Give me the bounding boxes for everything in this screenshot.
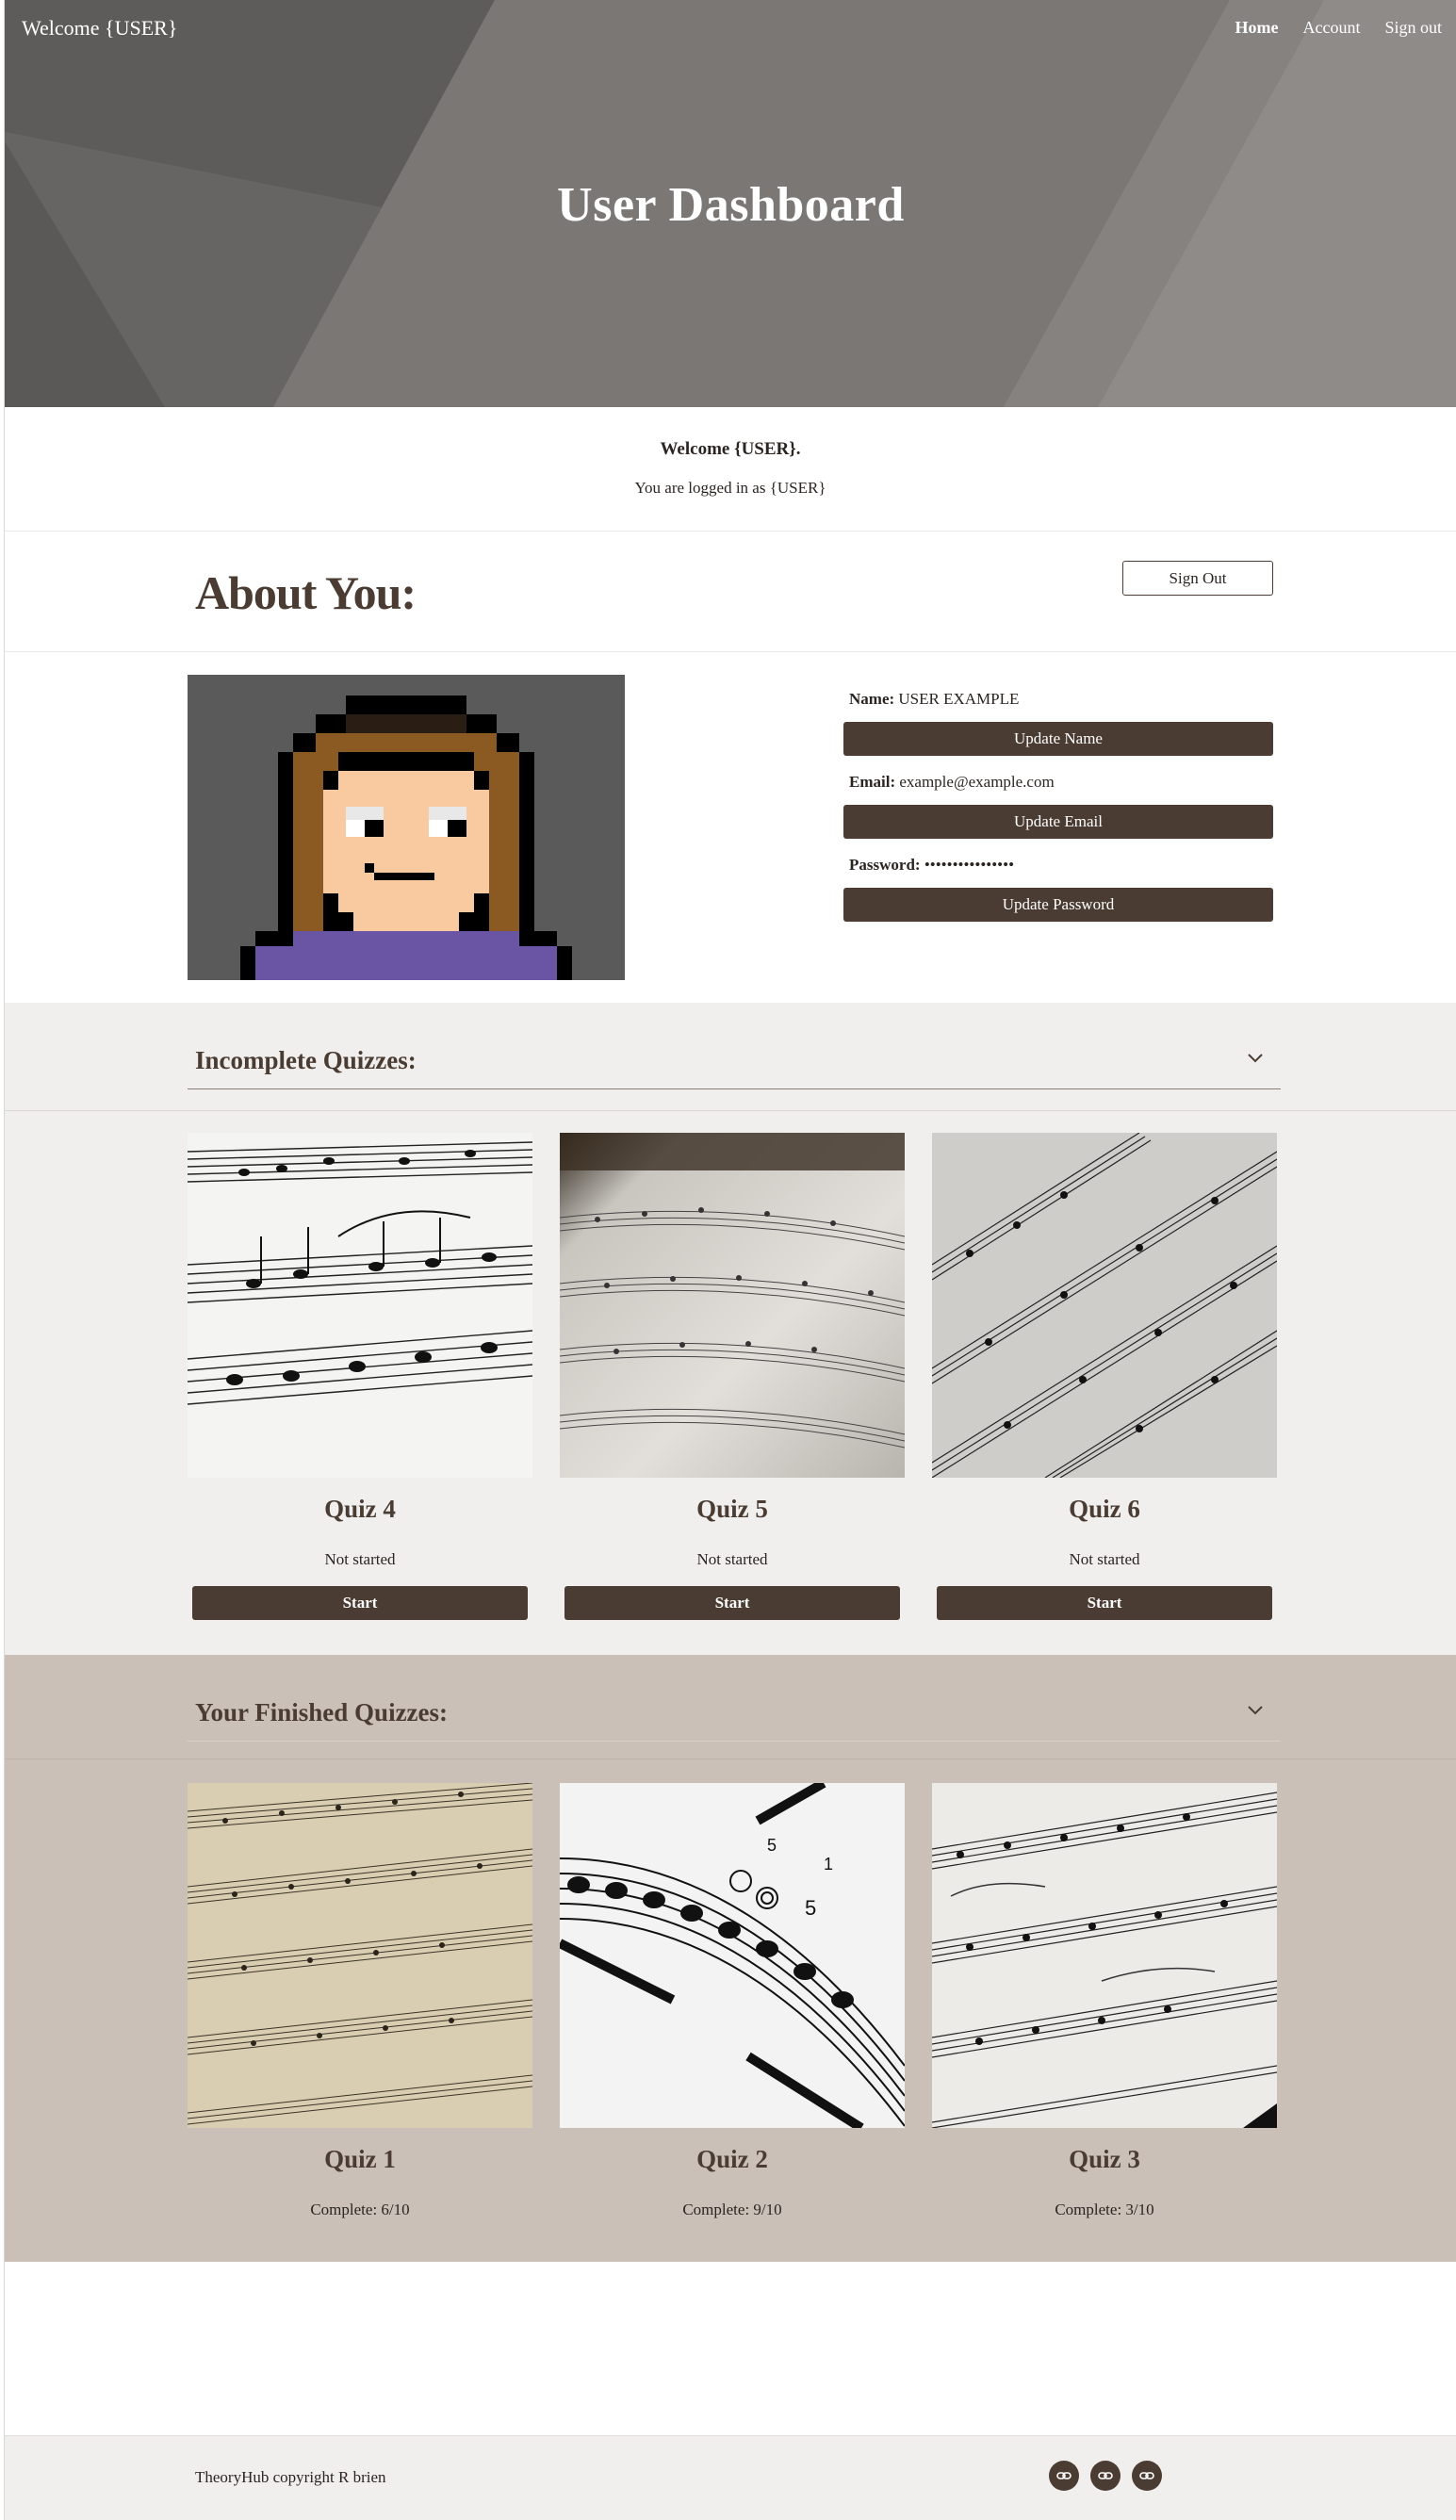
quiz-title: Quiz 1 (324, 2145, 396, 2173)
quiz-card: Quiz 4 Not started Start (188, 1133, 532, 1620)
quiz-title: Quiz 6 (1069, 1495, 1140, 1523)
avatar (188, 675, 625, 980)
incomplete-quizzes-header[interactable]: Incomplete Quizzes: (188, 1040, 1281, 1089)
start-quiz-button[interactable]: Start (192, 1586, 528, 1620)
quiz-title: Quiz 3 (1069, 2145, 1140, 2173)
welcome-subtext: You are logged in as {USER} (634, 479, 826, 497)
welcome-heading: Welcome {USER}. (660, 439, 801, 459)
quiz-title: Quiz 4 (324, 1495, 396, 1523)
quiz-score: Complete: 3/10 (1055, 2201, 1154, 2218)
incomplete-quizzes-title: Incomplete Quizzes: (195, 1046, 417, 1074)
nav-link-home[interactable]: Home (1235, 18, 1279, 38)
update-password-button[interactable]: Update Password (843, 888, 1273, 922)
svg-text:1: 1 (824, 1855, 833, 1874)
quiz-status: Not started (696, 1550, 768, 1568)
password-value: •••••••••••••••• (924, 856, 1015, 874)
page: Welcome {USER} Home Account Sign out Use… (4, 0, 1456, 2520)
nav-brand[interactable]: Welcome {USER} (22, 16, 177, 41)
svg-text:5: 5 (767, 1836, 777, 1855)
nav-links: Home Account Sign out (1235, 18, 1442, 38)
update-email-button[interactable]: Update Email (843, 805, 1273, 839)
hero-banner: Welcome {USER} Home Account Sign out Use… (5, 0, 1456, 407)
quiz-title: Quiz 5 (696, 1495, 768, 1523)
quiz-card: Quiz 3 Complete: 3/10 (932, 1783, 1277, 2219)
name-label: Name: (849, 690, 895, 708)
chevron-down-icon[interactable] (1243, 1046, 1268, 1071)
about-header: About You: Sign Out (5, 532, 1456, 652)
finished-quizzes-header[interactable]: Your Finished Quizzes: (188, 1693, 1281, 1742)
page-title: User Dashboard (557, 178, 905, 232)
account-fields: Name: USER EXAMPLE Update Name Email: ex… (843, 690, 1277, 939)
quiz-title: Quiz 2 (696, 2145, 768, 2173)
link-icon[interactable] (1132, 2461, 1162, 2491)
quiz-card: Quiz 5 Not started Start (560, 1133, 905, 1620)
about-title: About You: (195, 566, 417, 619)
top-navigation: Welcome {USER} Home Account Sign out (5, 0, 1456, 57)
sheet-music-image: 5 5 1 (560, 1783, 905, 2128)
chevron-down-icon[interactable] (1243, 1698, 1268, 1723)
email-field: Email: example@example.com (849, 773, 1277, 794)
quiz-score: Complete: 9/10 (682, 2201, 782, 2218)
sheet-music-image (560, 1133, 905, 1478)
pixel-avatar-icon (188, 675, 625, 980)
sign-out-button[interactable]: Sign Out (1122, 561, 1273, 596)
section-divider (5, 1110, 1456, 1111)
footer-copyright: TheoryHub copyright R brien (195, 2468, 386, 2486)
incomplete-quizzes-section: Incomplete Quizzes: Quiz 4 Not started S… (5, 1003, 1456, 1655)
name-field: Name: USER EXAMPLE (849, 690, 1277, 711)
sheet-music-image (932, 1133, 1277, 1478)
link-icon[interactable] (1090, 2461, 1121, 2491)
sheet-music-image (188, 1783, 532, 2128)
link-icon[interactable] (1049, 2461, 1079, 2491)
quiz-score: Complete: 6/10 (310, 2201, 410, 2218)
start-quiz-button[interactable]: Start (937, 1586, 1272, 1620)
quiz-status: Not started (1069, 1550, 1140, 1568)
password-label: Password: (849, 856, 921, 874)
finished-quizzes-section: Your Finished Quizzes: Quiz 1 Complete: … (5, 1655, 1456, 2262)
profile-section: Name: USER EXAMPLE Update Name Email: ex… (5, 652, 1456, 1003)
quiz-card: 5 5 1 Quiz 2 Complete: 9/10 (560, 1783, 905, 2219)
quiz-card: Quiz 1 Complete: 6/10 (188, 1783, 532, 2219)
footer: TheoryHub copyright R brien (5, 2435, 1456, 2520)
name-value: USER EXAMPLE (898, 690, 1020, 708)
email-label: Email: (849, 773, 896, 791)
nav-link-account[interactable]: Account (1303, 18, 1361, 38)
password-field: Password: •••••••••••••••• (849, 856, 1277, 876)
update-name-button[interactable]: Update Name (843, 722, 1273, 756)
nav-link-sign-out[interactable]: Sign out (1384, 18, 1442, 38)
sheet-music-image (932, 1783, 1277, 2128)
quiz-card: Quiz 6 Not started Start (932, 1133, 1277, 1620)
email-value: example@example.com (899, 773, 1055, 791)
start-quiz-button[interactable]: Start (564, 1586, 900, 1620)
quiz-status: Not started (324, 1550, 396, 1568)
welcome-section: Welcome {USER}. You are logged in as {US… (5, 407, 1456, 532)
svg-text:5: 5 (805, 1896, 816, 1920)
footer-social-links (1049, 2461, 1162, 2491)
finished-quizzes-title: Your Finished Quizzes: (195, 1698, 449, 1726)
sheet-music-image (188, 1133, 532, 1478)
